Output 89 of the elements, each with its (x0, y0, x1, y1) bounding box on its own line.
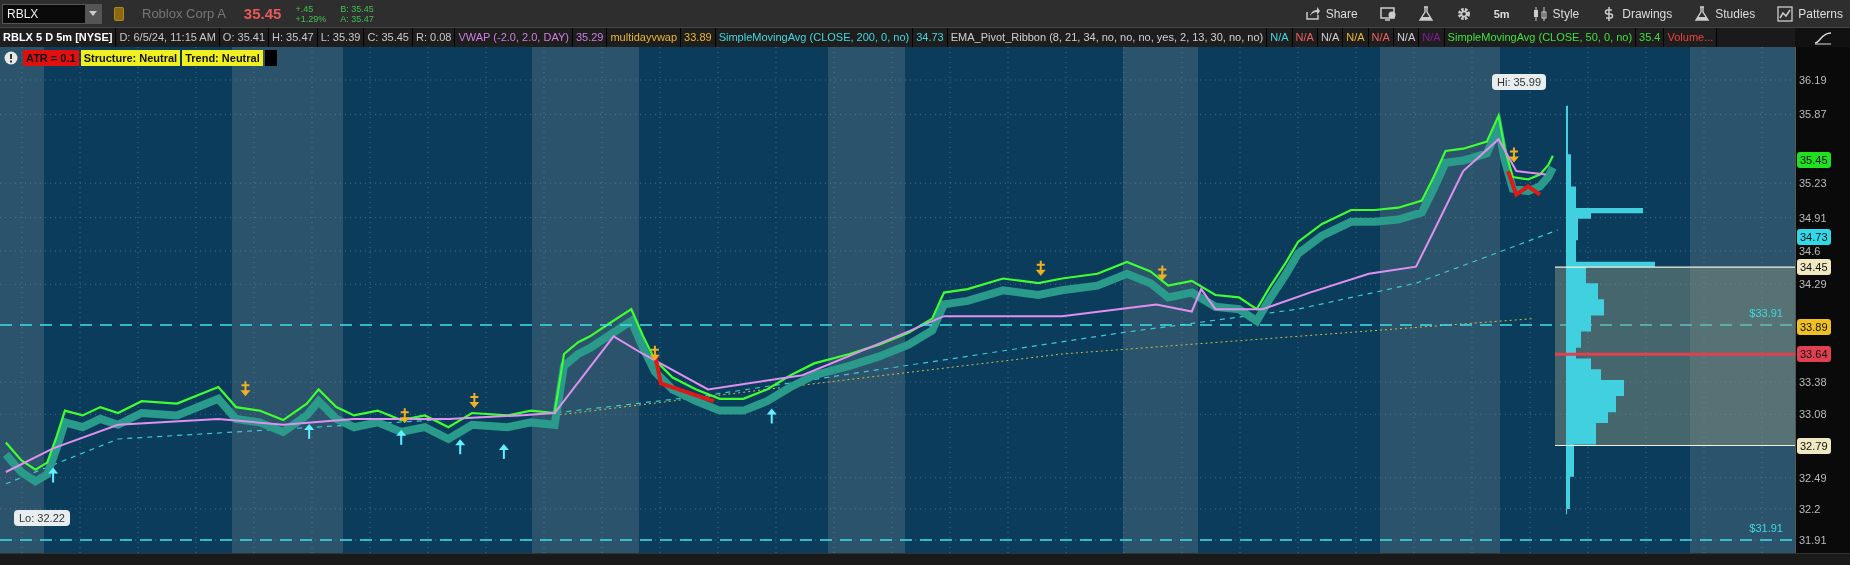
study-value: N/A (1368, 28, 1394, 47)
up-arrow-icon (304, 423, 315, 440)
study-value: N/A (1267, 28, 1293, 47)
price-axis-label: 35.23 (1799, 176, 1827, 192)
study-value: 35.4 (1636, 28, 1665, 47)
down-arrow-icon (399, 407, 410, 424)
indicator-label: ATR = 0.1 (23, 50, 79, 66)
toolbar-button[interactable]: Studies (1687, 1, 1763, 26)
down-bars-line (652, 353, 715, 404)
study-value: N/A (1393, 28, 1420, 47)
study-value: O: 35.41 (219, 28, 270, 47)
study-value: VWAP (-2.0, 2.0, DAY) (455, 28, 573, 47)
ask-price: A: 35.47 (340, 13, 374, 24)
study-value: 35.29 (572, 28, 608, 47)
indicator-label: Trend: Neutral (182, 50, 263, 66)
percent-change: +1.29% (295, 13, 327, 24)
indicator-label: Structure: Neutral (80, 50, 181, 66)
info-icon[interactable] (4, 51, 18, 65)
flask-icon (1694, 5, 1711, 22)
price-axis-label: 36.19 (1799, 73, 1827, 88)
price-tag: 33.64 (1797, 346, 1831, 363)
price-axis-label: 32.2 (1799, 501, 1821, 517)
down-arrow-icon (469, 392, 480, 408)
study-value: multidayvwap (607, 28, 682, 47)
price-axis-label: 32.49 (1799, 470, 1827, 486)
down-arrow-icon (1035, 259, 1046, 276)
study-value: SimpleMovingAvg (CLOSE, 200, 0, no) (715, 28, 914, 47)
price-axis-label: 31.91 (1799, 533, 1827, 549)
price-tag: 35.45 (1797, 151, 1831, 168)
study-value: 33.89 (681, 28, 716, 47)
study-value: R: 0.08 (413, 28, 456, 47)
link-icon (114, 6, 124, 21)
chart-toggle-button[interactable] (1795, 28, 1850, 47)
price-axis-label: 34.29 (1799, 277, 1827, 293)
share-icon (1304, 5, 1321, 22)
toolbar-button[interactable]: Style (1524, 1, 1587, 26)
price-tag: 33.89 (1797, 319, 1831, 336)
bid-price: B: 35.45 (340, 3, 374, 14)
dropdown-button[interactable] (85, 4, 101, 23)
up-arrow-icon (396, 429, 407, 446)
toolbar-button[interactable]: 5m (1486, 1, 1517, 26)
price-tag: 32.79 (1797, 437, 1831, 454)
company-name: Roblox Corp A (142, 6, 226, 21)
study-value: H: 35.47 (269, 28, 318, 47)
price-tag: 34.45 (1797, 259, 1831, 276)
up-arrow-icon (498, 443, 509, 460)
study-value: N/A (1292, 28, 1318, 47)
price-axis-label: 35.87 (1799, 107, 1827, 123)
price-tag: 34.73 (1797, 228, 1831, 245)
study-value: N/A (1343, 28, 1369, 47)
down-bars-line (1506, 170, 1542, 198)
level-price-label: $31.91 (1749, 522, 1783, 535)
study-value: C: 35.45 (364, 28, 413, 47)
study-value: SimpleMovingAvg (CLOSE, 50, 0, no) (1444, 28, 1637, 47)
study-value: Volume... (1664, 28, 1718, 47)
candlestick-icon (1531, 5, 1548, 22)
study-value: N/A (1317, 28, 1344, 47)
monitor-alert-icon (1379, 5, 1396, 22)
toolbar-button[interactable]: Drawings (1594, 1, 1680, 26)
study-value: 34.73 (913, 28, 948, 47)
toolbar-button[interactable]: Patterns (1770, 1, 1850, 26)
down-arrow-icon (649, 344, 660, 361)
caret-icon (89, 11, 97, 16)
down-arrow-icon (1157, 264, 1168, 281)
study-value: L: 35.39 (317, 28, 365, 47)
study-value: N/A (1419, 28, 1445, 47)
up-arrow-icon (48, 467, 59, 484)
price-axis-label: 34.91 (1799, 210, 1827, 226)
toolbar-button[interactable]: Share (1297, 1, 1365, 26)
chart-title: RBLX 5 D 5m [NYSE] (0, 28, 117, 47)
level-price-label: $33.91 (1749, 307, 1783, 320)
price-change: +.45 (295, 3, 315, 14)
up-arrow-icon (766, 408, 777, 425)
study-value: EMA_Pivot_Ribbon (8, 21, 34, no, no, no, yes, 2, 13, 30, no, no) (947, 28, 1268, 47)
down-arrow-icon (1508, 146, 1519, 163)
last-price: 35.45 (243, 5, 282, 22)
study-value: D: 6/5/24, 11:15 AM (116, 28, 220, 47)
flask-icon (1417, 5, 1434, 22)
price-axis-label: 33.38 (1799, 375, 1827, 391)
high-callout: Hi: 35.99 (1492, 74, 1547, 90)
low-callout: Lo: 32.22 (14, 510, 70, 526)
curve-icon (1813, 30, 1832, 45)
down-arrow-icon (240, 380, 251, 397)
price-axis-label: 33.08 (1799, 407, 1827, 423)
symbol-field[interactable]: RBLX (2, 3, 102, 24)
up-arrow-icon (455, 439, 466, 456)
pattern-chart-icon (1777, 5, 1794, 22)
price-axis-label: 34.6 (1799, 243, 1821, 259)
settings-icon (1455, 5, 1472, 22)
